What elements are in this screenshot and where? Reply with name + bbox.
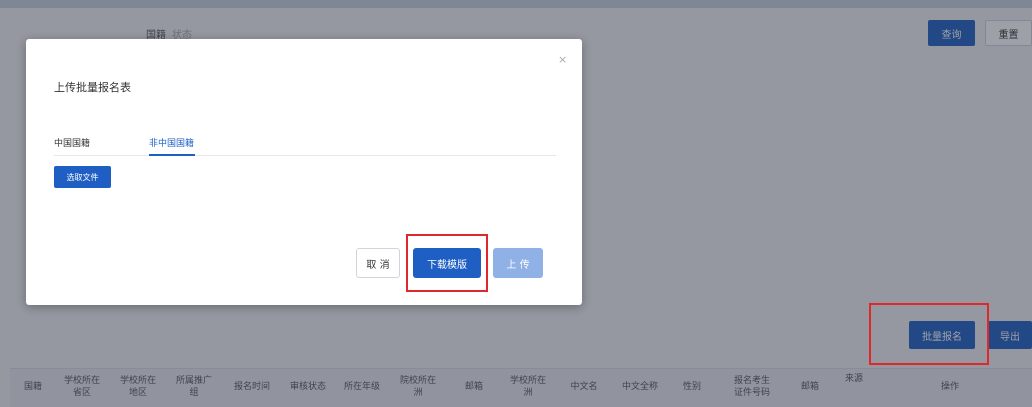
dialog-title: 上传批量报名表 xyxy=(54,81,131,94)
tab-non-chinese-nationality[interactable]: 非中国国籍 xyxy=(149,136,194,149)
tab-chinese-nationality[interactable]: 中国国籍 xyxy=(54,136,90,149)
nationality-tabs: 中国国籍 非中国国籍 xyxy=(54,134,556,156)
choose-file-button[interactable]: 选取文件 xyxy=(54,166,111,188)
close-icon[interactable]: × xyxy=(558,53,567,66)
download-template-button[interactable]: 下载模版 xyxy=(413,248,481,278)
upload-dialog: 上传批量报名表 × 中国国籍 非中国国籍 选取文件 取 消 下载模版 上 传 xyxy=(26,39,582,305)
active-tab-underline xyxy=(149,154,195,156)
cancel-button[interactable]: 取 消 xyxy=(356,248,400,278)
upload-button[interactable]: 上 传 xyxy=(493,248,543,278)
